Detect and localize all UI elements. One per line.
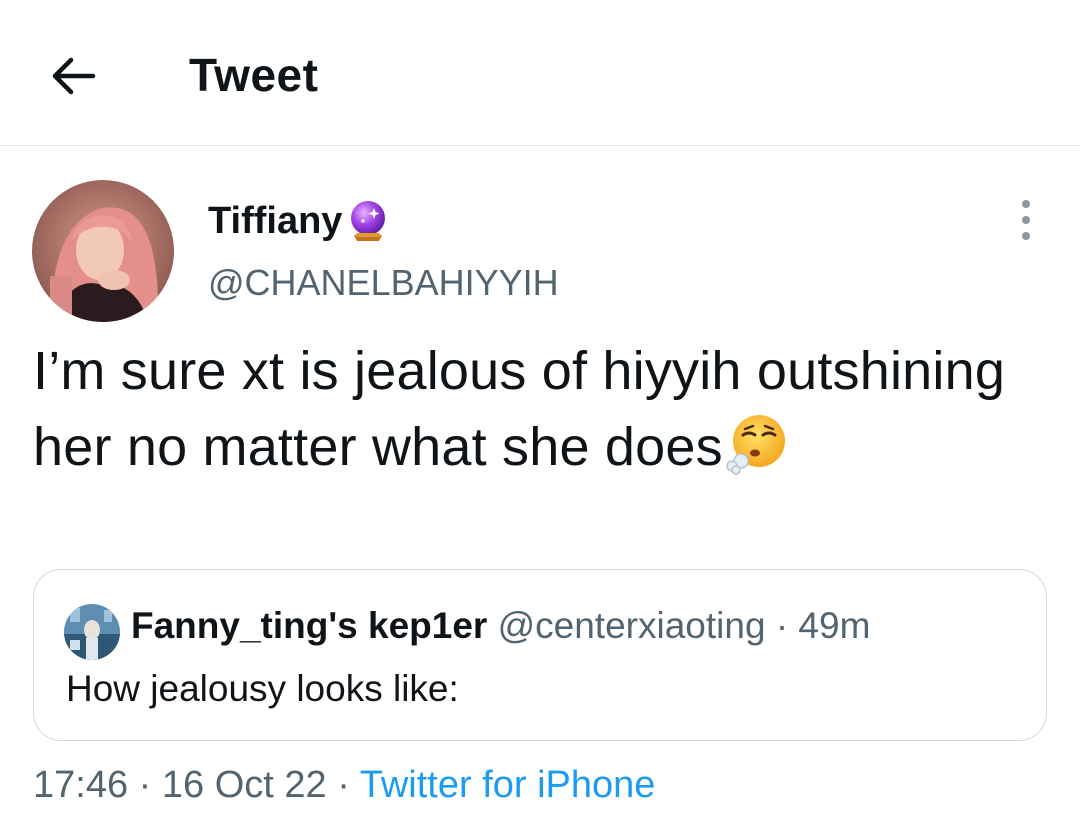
tweet-timestamp: 17:46 · 16 Oct 22 · Twitter for iPhone: [33, 762, 655, 808]
author-name-text: Tiffiany: [208, 200, 343, 242]
author-avatar[interactable]: [32, 180, 174, 322]
more-dot-icon: [1022, 216, 1030, 224]
crystal-ball-icon: [344, 197, 392, 245]
more-dot-icon: [1022, 232, 1030, 240]
back-button[interactable]: [44, 46, 104, 106]
tweet-date: 16 Oct 22: [161, 764, 327, 806]
top-bar: Tweet: [0, 0, 1080, 146]
timestamp-separator: ·: [337, 764, 350, 806]
author-display-name[interactable]: Tiffiany: [208, 197, 392, 245]
tweet-source-link[interactable]: Twitter for iPhone: [360, 764, 656, 806]
quote-header: Fanny_ting's kep1er @centerxiaoting · 49…: [131, 603, 870, 649]
quote-author-handle: @centerxiaoting: [497, 605, 766, 646]
page-title: Tweet: [189, 49, 319, 101]
more-options-button[interactable]: [1008, 200, 1044, 240]
tweet-time: 17:46: [33, 764, 129, 806]
quote-tweet-card[interactable]: Fanny_ting's kep1er @centerxiaoting · 49…: [33, 569, 1047, 741]
tweet-text: I’m sure xt is jealous of hiyyih outshin…: [33, 333, 1043, 485]
quote-author-name: Fanny_ting's kep1er: [131, 605, 488, 646]
arrow-left-icon: [52, 57, 96, 95]
tweet-text-content: I’m sure xt is jealous of hiyyih outshin…: [33, 341, 1006, 477]
quote-author-avatar: [64, 604, 120, 660]
quote-text: How jealousy looks like:: [66, 668, 459, 709]
more-dot-icon: [1022, 200, 1030, 208]
face-exhaling-icon: [725, 411, 789, 475]
quote-age: 49m: [798, 605, 871, 646]
quote-separator: ·: [775, 605, 789, 646]
timestamp-separator: ·: [138, 764, 152, 806]
author-handle[interactable]: @CHANELBAHIYYIH: [208, 261, 559, 305]
